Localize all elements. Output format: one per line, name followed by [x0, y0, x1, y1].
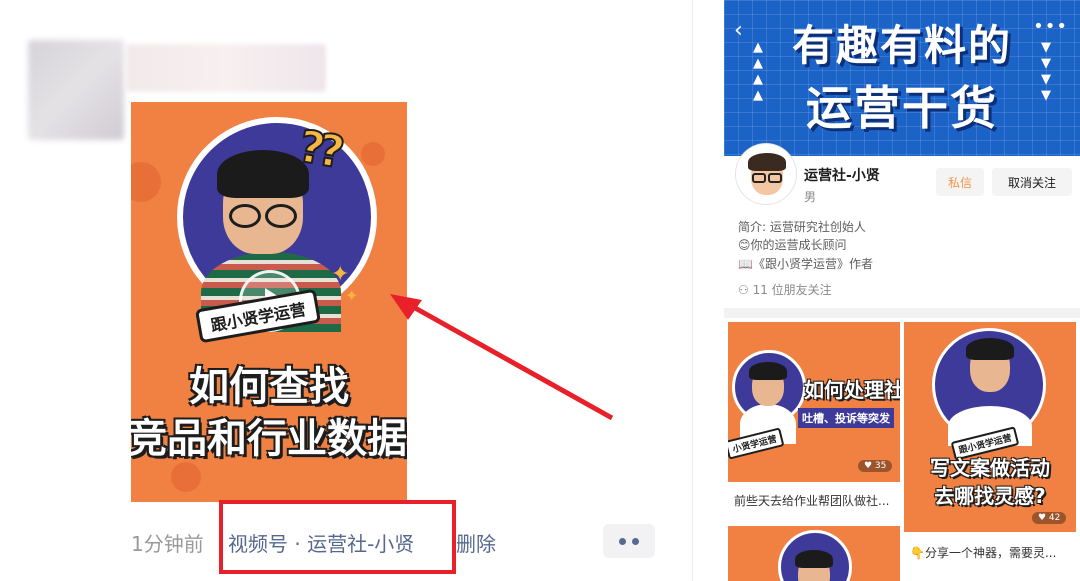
profile-gender: 男: [804, 190, 817, 204]
section-divider: [724, 308, 1080, 318]
like-count: ♥ 42: [1032, 512, 1067, 524]
cover-title-line-1: 如何查找: [189, 364, 349, 410]
banner-line-1: 有趣有料的: [791, 21, 1012, 70]
highlight-box: [219, 500, 456, 574]
sparkle-icon: ✦: [331, 262, 350, 287]
video-card-tag: 小贤学运营: [728, 427, 785, 460]
video-card-cover: 如何处理社 吐槽、投诉等突发 小贤学运营 ♥ 35: [728, 322, 900, 482]
video-card-title-line-1: 写文案做活动: [930, 456, 1050, 480]
bio-line: 😊你的运营成长顾问: [738, 238, 847, 252]
decor-dot: [131, 162, 161, 202]
video-card-caption: 👇分享一个神器，需要灵...: [910, 546, 1057, 560]
delete-link[interactable]: 删除: [456, 528, 496, 557]
video-card-caption: 前些天去给作业帮团队做社...: [734, 494, 890, 508]
message-button[interactable]: 私信: [936, 168, 984, 196]
bio-line: 📖《跟小贤学运营》作者: [738, 257, 873, 271]
glasses-right: [265, 204, 297, 228]
sparkle-icon: ✦: [345, 286, 359, 305]
banner-line-2: 运营干货: [806, 81, 998, 135]
blurred-username: [126, 44, 326, 92]
cover-title-line-2: 竞品和行业数据: [131, 416, 407, 462]
moments-post-panel: ?? ✦ ✦ 跟小贤学运营 如何查找 竞品和行业数据 1分钟前 视频号 · 运营…: [0, 0, 693, 581]
friends-following-label: 11 位朋友关注: [752, 283, 832, 297]
avatar[interactable]: [736, 144, 796, 204]
friends-following-count[interactable]: ⚇ 11 位朋友关注: [738, 281, 832, 298]
video-card-title-line-2: 去哪找灵感?: [934, 484, 1046, 508]
like-count: ♥ 35: [858, 460, 893, 472]
video-card[interactable]: [728, 526, 900, 581]
video-card[interactable]: 跟小贤学运营 写文案做活动 去哪找灵感? ♥ 42 👇分享一个神器，需要灵...: [904, 322, 1076, 572]
channels-profile-panel: ‹ ••• ▲ ▲ ▲ ▲ ▼ ▼ ▼ ▼ 有趣有料的 运营干货 运营社-小贤 男 私信 取…: [724, 0, 1080, 581]
video-cover[interactable]: ?? ✦ ✦ 跟小贤学运营 如何查找 竞品和行业数据: [131, 102, 407, 502]
red-arrow-annotation: [390, 294, 614, 421]
video-card[interactable]: 如何处理社 吐槽、投诉等突发 小贤学运营 ♥ 35 前些天去给作业帮团队做社..…: [728, 322, 900, 522]
glasses-left: [229, 204, 261, 228]
decor-dot: [361, 142, 385, 166]
profile-banner: ‹ ••• ▲ ▲ ▲ ▲ ▼ ▼ ▼ ▼ 有趣有料的 运营干货: [724, 0, 1080, 156]
profile-name: 运营社-小贤: [804, 168, 880, 184]
video-card-title: 如何处理社: [804, 378, 900, 402]
unfollow-button[interactable]: 取消关注: [992, 168, 1072, 196]
bio-line: 简介: 运营研究社创始人: [738, 220, 866, 234]
blurred-avatar: [28, 40, 124, 140]
person-hair: [217, 150, 309, 198]
video-card-cover: 跟小贤学运营 写文案做活动 去哪找灵感? ♥ 42: [904, 322, 1076, 532]
decor-dot: [171, 462, 201, 492]
video-card-cover: [728, 526, 900, 581]
post-time: 1分钟前: [131, 532, 204, 556]
video-card-subtitle: 吐槽、投诉等突发: [798, 408, 894, 428]
person-icon: ⚇: [738, 283, 753, 297]
more-options-button[interactable]: [603, 524, 655, 558]
